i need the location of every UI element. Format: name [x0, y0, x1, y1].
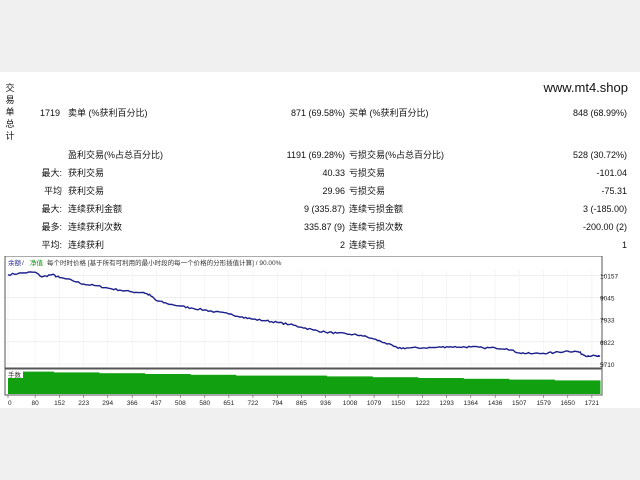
lots-label: 手数 [8, 370, 22, 379]
y-tick-label: 6822 [600, 340, 615, 347]
row-label-left: 获利交易 [68, 168, 105, 178]
y-axis: 10157 9045 7933 6822 5710 [600, 273, 618, 369]
row-label-right: 亏损交易(%占总百分比) [349, 150, 444, 160]
lots-bar [235, 375, 282, 394]
row-label-left: 卖单 (%获利百分比) [68, 108, 148, 118]
section-title-vertical: 交 易 单 总 计 [5, 83, 15, 141]
row-value-left: 335.87 (9) [303, 222, 345, 232]
x-tick-label: 794 [272, 400, 283, 407]
x-tick-label: 1507 [512, 400, 527, 407]
x-tick-label: 580 [199, 400, 210, 407]
row-value-right: 1 [621, 240, 627, 250]
x-tick-label: 152 [54, 400, 65, 407]
row-value-right: 848 (68.99%) [572, 108, 627, 118]
row-value-left: 2 [339, 240, 345, 250]
lots-bar [281, 375, 328, 394]
x-tick-label: 1721 [585, 400, 600, 407]
x-tick-label: 437 [151, 400, 162, 407]
balance-chart: 10157 9045 7933 6822 5710 余额 / 净值 每个时时价格 [基于… [4, 256, 618, 407]
row-value-left: 871 (69.58%) [290, 108, 345, 118]
x-tick-label: 1222 [415, 400, 430, 407]
lots-bar [99, 373, 146, 394]
x-tick-label: 722 [248, 400, 259, 407]
y-tick-label: 5710 [600, 362, 615, 369]
legend-equity: 净值 [30, 258, 44, 267]
y-tick-label: 7933 [600, 318, 615, 325]
lots-bar [463, 378, 510, 394]
lots-bar [326, 376, 373, 394]
x-axis: 0 80 152 223 294 366 437 508 580 651 722 794 865 936 1… [7, 395, 600, 407]
row-prefix: 平均 [43, 186, 62, 196]
lots-bar [144, 374, 191, 394]
x-tick-label: 1150 [391, 400, 405, 407]
x-tick-label: 294 [102, 400, 113, 407]
row-label-left: 获利交易 [68, 186, 105, 196]
row-label-left: 连续获利 [68, 240, 105, 250]
row-prefix: 最多: [41, 222, 62, 232]
lots-bar [417, 378, 464, 394]
x-tick-label: 865 [296, 400, 307, 407]
row-value-right: -75.31 [601, 186, 627, 196]
row-value-left: 40.33 [322, 168, 345, 178]
row-label-right: 连续亏损 [349, 240, 386, 250]
chart-legend: 余额 / 净值 每个时时价格 [基于所有可利用的最小时段的每一个价格的分形插值计… [6, 257, 546, 267]
x-tick-label: 1579 [536, 400, 551, 407]
y-tick-label: 10157 [600, 273, 618, 280]
main-plot-area [4, 256, 603, 369]
row-value-left: 1191 (69.28%) [286, 150, 345, 160]
row-label-right: 买单 (%获利百分比) [349, 108, 429, 118]
x-tick-label: 651 [223, 400, 234, 407]
y-tick-label: 9045 [600, 296, 615, 303]
row-value-left: 9 (335.87) [303, 204, 345, 214]
x-tick-label: 508 [175, 400, 186, 407]
x-tick-label: 1364 [464, 400, 479, 407]
row-count: 1719 [40, 108, 61, 118]
report-panel: 交 易 单 总 计 www.mt4.shop 1719 卖单 (%获利百分比) 87… [0, 72, 640, 408]
x-tick-label: 1008 [343, 400, 358, 407]
row-value-right: 528 (30.72%) [572, 150, 627, 160]
x-tick-label: 80 [32, 400, 40, 407]
x-tick-label: 1650 [561, 400, 576, 407]
x-tick-label: 1436 [488, 400, 503, 407]
x-tick-label: 936 [320, 400, 331, 407]
lots-bar [53, 372, 100, 394]
row-label-right: 连续亏损金额 [349, 204, 404, 214]
lots-bar [508, 379, 555, 394]
row-value-right: -200.00 (2) [582, 222, 627, 232]
row-label-left: 盈利交易(%占总百分比) [68, 150, 163, 160]
row-label-left: 连续获利次数 [68, 222, 123, 232]
lots-bar [190, 374, 237, 394]
x-tick-label: 223 [78, 400, 89, 407]
lots-bar [554, 380, 601, 394]
row-prefix: 最大: [41, 204, 62, 214]
row-label-right: 亏损交易 [349, 186, 386, 196]
svg-text:/: / [22, 260, 24, 267]
row-value-right: -101.04 [596, 168, 627, 178]
legend-description: 每个时时价格 [基于所有可利用的最小时段的每一个价格的分形插值计算] / 90.… [47, 258, 282, 267]
row-value-right: 3 (-185.00) [582, 204, 627, 214]
lots-bar [372, 377, 419, 394]
x-tick-label: 0 [8, 400, 12, 407]
row-prefix: 最大: [41, 168, 62, 178]
x-tick-label: 366 [127, 400, 138, 407]
row-value-left: 29.96 [322, 186, 345, 196]
row-label-right: 亏损交易 [349, 168, 386, 178]
row-label-right: 连续亏损次数 [349, 222, 404, 232]
x-tick-label: 1079 [367, 400, 382, 407]
row-label-left: 连续获利金额 [68, 204, 123, 214]
x-tick-label: 1293 [439, 400, 454, 407]
row-prefix: 平均: [41, 240, 62, 250]
site-watermark: www.mt4.shop [543, 80, 628, 95]
legend-balance: 余额 [8, 258, 22, 267]
